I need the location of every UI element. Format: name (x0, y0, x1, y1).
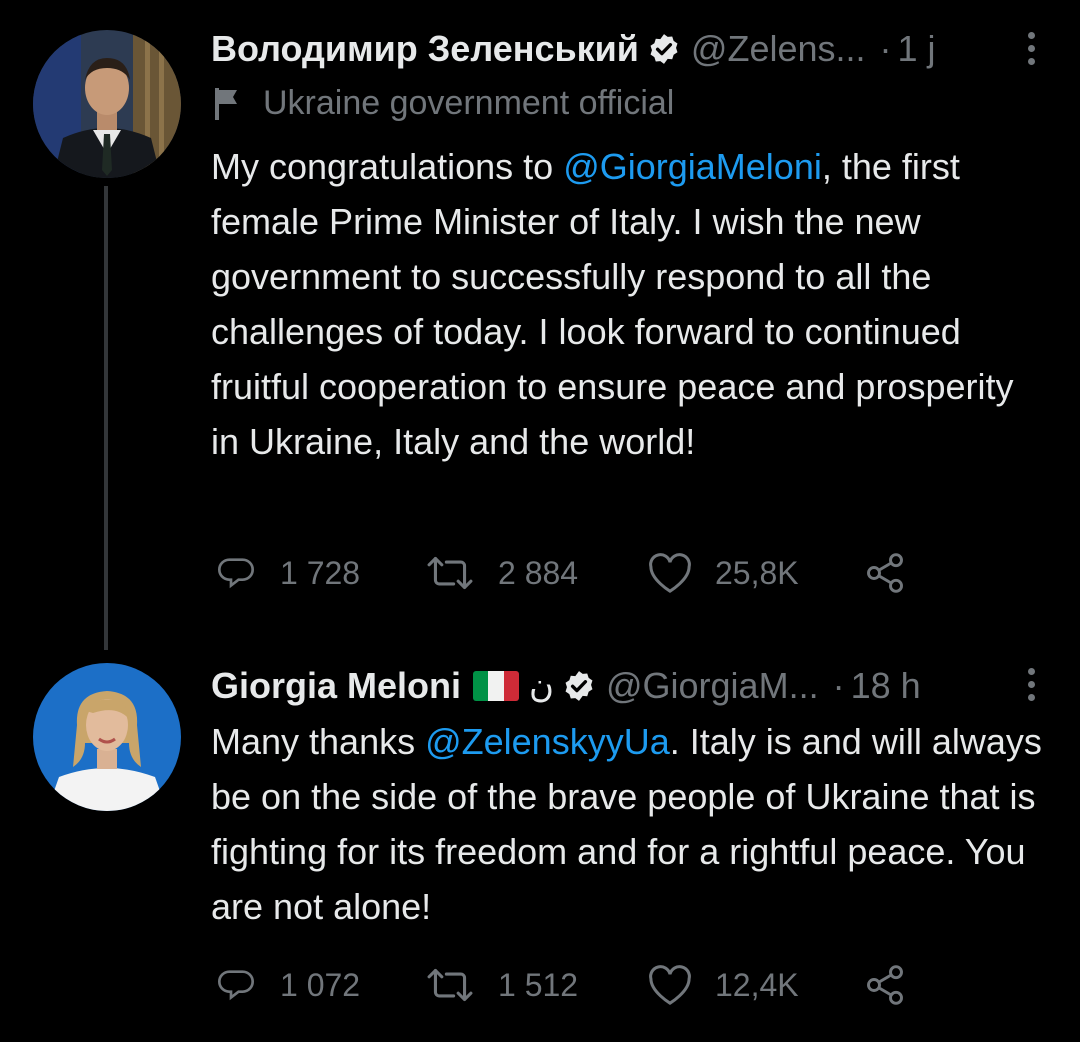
tweet-header: Giorgia Meloni ن @GiorgiaM... · 18 h (211, 661, 921, 711)
retweet-button[interactable]: 1 512 (424, 962, 578, 1008)
tweet-time[interactable]: 18 h (851, 665, 921, 707)
tweet-header: Володимир Зеленський @Zelens... · 1 j (211, 24, 936, 74)
author-name[interactable]: Giorgia Meloni (211, 665, 461, 707)
reply-count: 1 728 (280, 554, 361, 591)
more-options-icon[interactable] (1026, 668, 1036, 707)
reply-button[interactable]: 1 728 (214, 550, 360, 596)
avatar-image (33, 30, 181, 178)
author-handle[interactable]: @Zelens... (691, 28, 866, 70)
heart-icon (649, 553, 691, 593)
share-icon (867, 553, 903, 593)
thread-connector (104, 186, 108, 650)
tweet-text: Many thanks @ZelenskyyUa. Italy is and w… (211, 714, 1051, 934)
tweet-time[interactable]: 1 j (898, 28, 936, 70)
avatar-image (33, 663, 181, 811)
share-button[interactable] (862, 962, 908, 1008)
like-count: 25,8K (715, 554, 799, 591)
flag-icon (215, 87, 237, 120)
more-options-icon[interactable] (1026, 32, 1036, 71)
author-name[interactable]: Володимир Зеленський (211, 28, 639, 70)
separator-dot: · (832, 665, 845, 706)
nun-symbol: ن (529, 667, 554, 705)
avatar[interactable] (33, 663, 181, 811)
heart-icon (649, 965, 691, 1005)
separator-dot: · (879, 28, 892, 69)
tweet-actions: 1 072 1 512 12,4K (214, 962, 914, 1008)
text-segment: , the first female Prime Minister of Ita… (211, 146, 1014, 462)
verified-badge-icon (650, 34, 678, 64)
retweet-count: 1 512 (498, 966, 579, 1003)
reply-count: 1 072 (280, 966, 361, 1003)
avatar[interactable] (33, 30, 181, 178)
text-segment: Many thanks (211, 721, 426, 762)
like-button[interactable]: 12,4K (647, 962, 799, 1008)
reply-icon (218, 558, 254, 589)
mention-link[interactable]: @ZelenskyyUa (425, 721, 670, 762)
reply-icon (218, 970, 254, 1001)
author-handle[interactable]: @GiorgiaM... (606, 665, 819, 707)
retweet-icon (427, 556, 473, 590)
tweet-actions: 1 728 2 884 25,8K (214, 550, 914, 596)
reply-button[interactable]: 1 072 (214, 962, 360, 1008)
share-icon (867, 965, 903, 1005)
government-label: Ukraine government official (211, 84, 674, 123)
retweet-icon (427, 968, 473, 1002)
mention-link[interactable]: @GiorgiaMeloni (563, 146, 822, 187)
retweet-button[interactable]: 2 884 (424, 550, 578, 596)
tweet-text: My congratulations to @GiorgiaMeloni, th… (211, 139, 1051, 469)
like-count: 12,4K (715, 966, 799, 1003)
like-button[interactable]: 25,8K (647, 550, 799, 596)
label-text: Ukraine government official (263, 84, 675, 122)
italy-flag-emoji (473, 671, 519, 701)
retweet-count: 2 884 (498, 554, 579, 591)
text-segment: My congratulations to (211, 146, 564, 187)
share-button[interactable] (862, 550, 908, 596)
verified-badge-icon (565, 671, 593, 701)
